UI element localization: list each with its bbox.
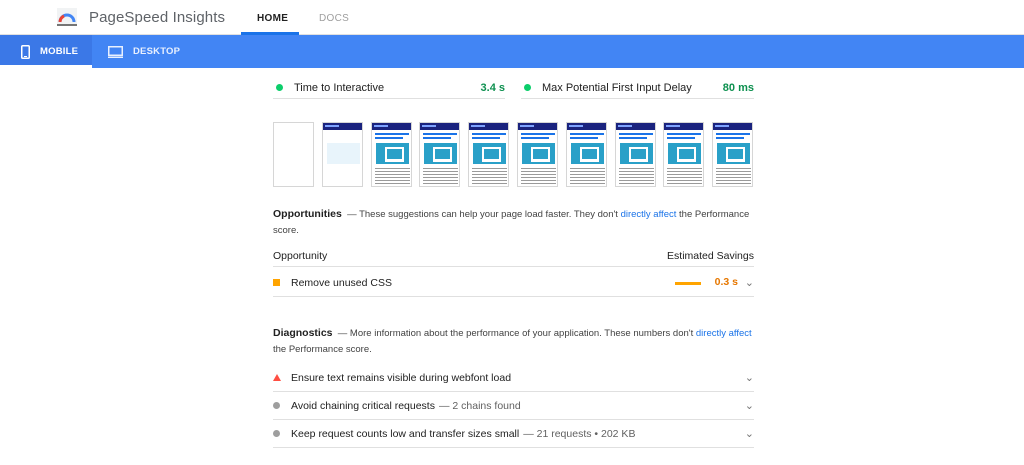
metric-max-potential-fid: Max Potential First Input Delay 80 ms: [521, 77, 754, 99]
savings-bar: [675, 282, 701, 285]
diagnostic-title: Ensure text remains visible during webfo…: [291, 371, 512, 384]
column-opportunity: Opportunity: [273, 250, 328, 262]
pass-status-icon: [276, 84, 283, 91]
opportunity-remove-unused-css[interactable]: Remove unused CSS 0.3 s ⌄: [273, 269, 754, 297]
diagnostic-title: Keep request counts low and transfer siz…: [291, 427, 520, 440]
opportunity-title: Remove unused CSS: [291, 276, 392, 289]
chevron-down-icon[interactable]: ⌄: [745, 276, 754, 289]
opportunities-description: Opportunities — These suggestions can he…: [273, 206, 758, 239]
filmstrip: [273, 122, 755, 188]
metric-time-to-interactive: Time to Interactive 3.4 s: [273, 77, 505, 99]
fail-status-icon: [273, 374, 281, 381]
device-toggle-bar: MOBILE DESKTOP: [0, 35, 1024, 68]
chevron-down-icon[interactable]: ⌄: [745, 371, 754, 384]
diagnostic-detail: — 21 requests • 202 KB: [523, 427, 636, 440]
filmstrip-frame: [517, 122, 558, 187]
phone-icon: [21, 44, 30, 59]
filmstrip-frame: [419, 122, 461, 187]
opportunities-desc-before: — These suggestions can help your page l…: [347, 209, 618, 220]
info-status-icon: [273, 430, 280, 437]
filmstrip-frame: [273, 122, 314, 187]
filmstrip-frame: [614, 122, 656, 187]
tab-mobile-label: MOBILE: [40, 46, 79, 57]
top-navigation-bar: PageSpeed Insights HOME DOCS: [0, 0, 1024, 35]
filmstrip-frame: [370, 122, 412, 187]
opportunities-heading: Opportunities: [273, 208, 342, 220]
diagnostics-desc-after: the Performance score.: [273, 344, 372, 355]
metric-value: 3.4 s: [480, 81, 505, 94]
tab-mobile[interactable]: MOBILE: [0, 35, 92, 68]
metric-label: Time to Interactive: [294, 81, 385, 94]
average-status-icon: [273, 279, 280, 286]
diagnostic-critical-requests[interactable]: Avoid chaining critical requests — 2 cha…: [273, 392, 754, 420]
diagnostics-description: Diagnostics — More information about the…: [273, 325, 758, 358]
chevron-down-icon[interactable]: ⌄: [745, 399, 754, 412]
filmstrip-frame: [321, 122, 363, 187]
app-title[interactable]: PageSpeed Insights: [89, 9, 225, 26]
diagnostics-desc-before: — More information about the performance…: [337, 328, 694, 339]
tab-docs[interactable]: DOCS: [319, 13, 349, 24]
directly-affect-link[interactable]: directly affect: [696, 328, 752, 339]
active-device-indicator: [0, 65, 92, 68]
tab-desktop[interactable]: DESKTOP: [108, 35, 180, 68]
filmstrip-frame: [468, 122, 510, 187]
pagespeed-logo-icon: [57, 8, 77, 26]
directly-affect-link[interactable]: directly affect: [621, 209, 677, 220]
tab-desktop-label: DESKTOP: [133, 46, 181, 57]
chevron-down-icon[interactable]: ⌄: [745, 427, 754, 440]
diagnostic-detail: — 2 chains found: [438, 399, 521, 412]
diagnostic-webfont-visibility[interactable]: Ensure text remains visible during webfo…: [273, 364, 754, 392]
monitor-icon: [108, 45, 123, 58]
diagnostic-title: Avoid chaining critical requests: [291, 399, 435, 412]
metric-label: Max Potential First Input Delay: [542, 81, 692, 94]
metric-value: 80 ms: [722, 81, 754, 94]
diagnostic-request-counts[interactable]: Keep request counts low and transfer siz…: [273, 420, 754, 448]
tab-home[interactable]: HOME: [257, 13, 288, 24]
column-estimated-savings: Estimated Savings: [667, 250, 754, 262]
diagnostics-heading: Diagnostics: [273, 327, 333, 339]
info-status-icon: [273, 402, 280, 409]
savings-value: 0.3 s: [714, 276, 738, 288]
filmstrip-frame: [565, 122, 607, 187]
opportunity-table-header: Opportunity Estimated Savings: [273, 247, 754, 267]
filmstrip-frame: [663, 122, 705, 187]
pass-status-icon: [524, 84, 531, 91]
filmstrip-frame: [712, 122, 754, 187]
